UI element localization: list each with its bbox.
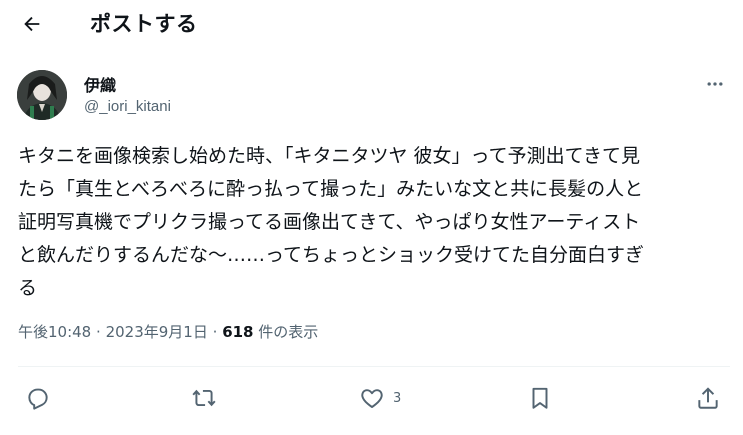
share-button[interactable] bbox=[695, 378, 721, 418]
page-header: ポストする bbox=[0, 0, 743, 48]
heart-icon bbox=[361, 389, 383, 408]
divider bbox=[18, 366, 730, 367]
tweet-text: キタニを画像検索し始めた時、「キタニタツヤ 彼女」って予測出てきて見 たら「真生… bbox=[18, 145, 645, 299]
views-count: 618 bbox=[222, 323, 254, 341]
meta-separator: · bbox=[96, 323, 101, 341]
reply-icon bbox=[28, 388, 48, 410]
back-button[interactable] bbox=[14, 6, 50, 42]
action-bar: 3 bbox=[0, 378, 743, 418]
views-label: 件の表示 bbox=[258, 323, 319, 341]
repost-button[interactable] bbox=[191, 378, 217, 418]
page-title: ポストする bbox=[90, 12, 198, 36]
tweet-date[interactable]: 2023年9月1日 bbox=[106, 323, 208, 341]
more-horizontal-icon bbox=[707, 82, 723, 86]
author-username[interactable]: @_iori_kitani bbox=[84, 98, 171, 115]
bookmark-icon bbox=[532, 387, 548, 409]
repost-icon bbox=[192, 389, 216, 407]
bookmark-button[interactable] bbox=[527, 378, 553, 418]
tweet-time[interactable]: 午後10:48 bbox=[18, 323, 91, 341]
share-icon bbox=[698, 387, 718, 409]
more-options-button[interactable] bbox=[698, 70, 732, 98]
like-count: 3 bbox=[393, 390, 402, 406]
arrow-left-icon bbox=[24, 16, 40, 32]
tweet-meta: 午後10:48 · 2023年9月1日 · 618 件の表示 bbox=[18, 321, 318, 342]
author-display-name[interactable]: 伊織 bbox=[84, 72, 116, 96]
meta-separator: · bbox=[212, 323, 218, 341]
reply-button[interactable] bbox=[25, 378, 51, 418]
avatar-image bbox=[17, 70, 67, 120]
like-button[interactable]: 3 bbox=[359, 378, 401, 418]
avatar[interactable] bbox=[17, 70, 67, 120]
